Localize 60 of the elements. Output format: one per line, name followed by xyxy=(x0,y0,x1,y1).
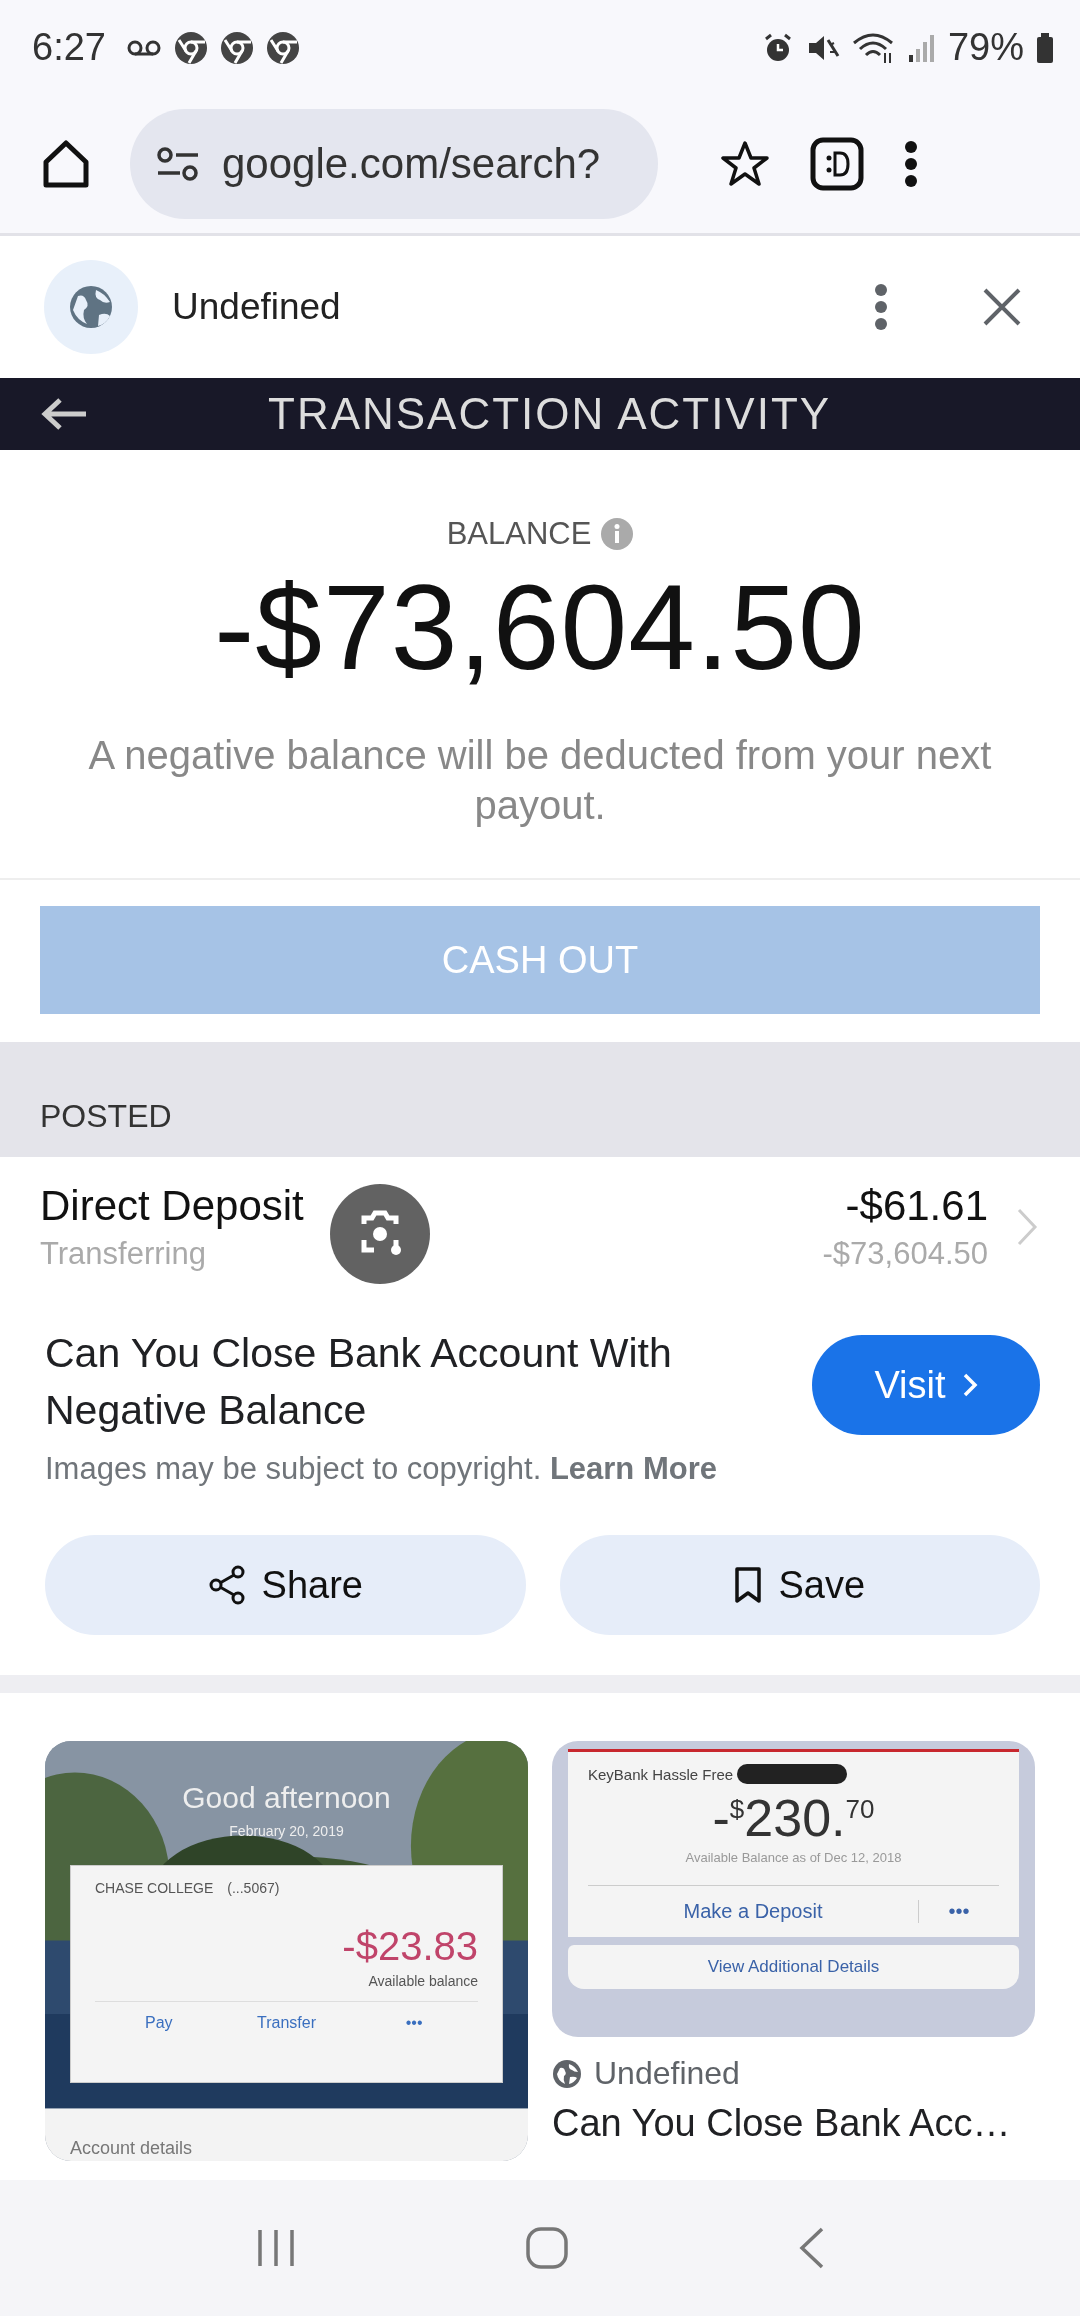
close-icon[interactable] xyxy=(982,287,1022,327)
greeting-date: February 20, 2019 xyxy=(229,1823,344,1839)
balance-label: BALANCE xyxy=(446,516,592,552)
star-icon[interactable] xyxy=(720,139,770,189)
visit-button[interactable]: Visit xyxy=(812,1335,1040,1435)
balance-note: Available Balance as of Dec 12, 2018 xyxy=(685,1850,902,1865)
signal-icon xyxy=(907,32,936,63)
screen-title: TRANSACTION ACTIVITY xyxy=(268,389,832,439)
account-number: (...5067) xyxy=(227,1880,280,1896)
globe-icon xyxy=(44,260,138,354)
globe-icon xyxy=(552,2058,582,2089)
balance-amount: -$73,604.50 xyxy=(214,559,866,696)
account-name: CHASE COLLEGE xyxy=(95,1880,214,1896)
tab-switcher-icon[interactable] xyxy=(810,137,864,191)
site-settings-icon[interactable] xyxy=(156,144,200,184)
more-options-icon[interactable] xyxy=(874,283,888,331)
back-arrow-icon xyxy=(40,397,88,431)
account-name: KeyBank Hassle Free xyxy=(588,1765,734,1783)
chevron-icon xyxy=(1016,1207,1038,1247)
battery-percent: 79% xyxy=(947,26,1024,69)
account-balance: -$23.83 xyxy=(342,1924,478,1969)
chevron-icon xyxy=(961,1372,978,1398)
source-site-name: Undefined xyxy=(172,286,341,328)
balance-label: Available balance xyxy=(368,1973,478,1989)
save-button[interactable]: Save xyxy=(559,1535,1040,1635)
status-time: 6:27 xyxy=(32,26,106,69)
lens-button-icon[interactable] xyxy=(330,1184,430,1284)
greeting: Good afternoon xyxy=(182,1781,391,1815)
running-balance: -$73,604.50 xyxy=(822,1236,988,1272)
menu-icon[interactable] xyxy=(904,140,918,188)
browser-app-icon xyxy=(173,30,208,65)
section-header: POSTED xyxy=(40,1098,172,1135)
details-link: View Additional Details xyxy=(568,1945,1019,1989)
transaction-amount: -$61.61 xyxy=(845,1182,988,1230)
account-balance: -$^{$}$230.$^{70}$ xyxy=(712,1788,875,1848)
browser-app-icon xyxy=(265,30,300,65)
copyright-notice: Images may be subject to copyright. xyxy=(45,1451,542,1486)
result-thumbnail[interactable]: KeyBank Hassle Free -$^{$}$230.$^{70}$ Available Balance as of Dec 12, 2018 Make a Deposit ••• View Additional Details xyxy=(552,1741,1035,2037)
home-button-icon[interactable] xyxy=(525,2226,569,2270)
card-action: ••• xyxy=(918,1900,999,1923)
address-bar[interactable]: google.com/search? xyxy=(130,109,658,219)
balance-note: A negative balance will be deducted from your next payout. xyxy=(87,732,993,829)
result-site-name: Undefined xyxy=(594,2055,740,2092)
info-icon xyxy=(601,518,634,550)
browser-app-icon xyxy=(219,30,254,65)
result-title: Can You Close Bank Account With Negative Balance xyxy=(45,1329,673,1435)
bookmark-icon xyxy=(734,1566,763,1604)
share-button[interactable]: Share xyxy=(45,1535,526,1635)
account-details-label: Account details xyxy=(70,2138,193,2159)
card-action: Transfer xyxy=(256,2014,317,2032)
transaction-status: Transferring xyxy=(40,1236,207,1272)
card-action: ••• xyxy=(404,2014,424,2032)
card-action: Make a Deposit xyxy=(682,1900,824,1923)
result-thumbnail[interactable]: Good afternoon February 20, 2019 CHASE COLLEGE (...5067) -$23.83 Available balance Pay Transfer ••• Account details xyxy=(45,1741,528,2161)
share-icon xyxy=(207,1565,246,1605)
battery-icon xyxy=(1036,32,1054,63)
transaction-name: Direct Deposit xyxy=(40,1182,305,1230)
result-title[interactable]: Can You Close Bank Acc… xyxy=(552,2102,1035,2145)
card-action: Pay xyxy=(144,2014,174,2032)
learn-more-link[interactable]: Learn More xyxy=(549,1451,717,1486)
